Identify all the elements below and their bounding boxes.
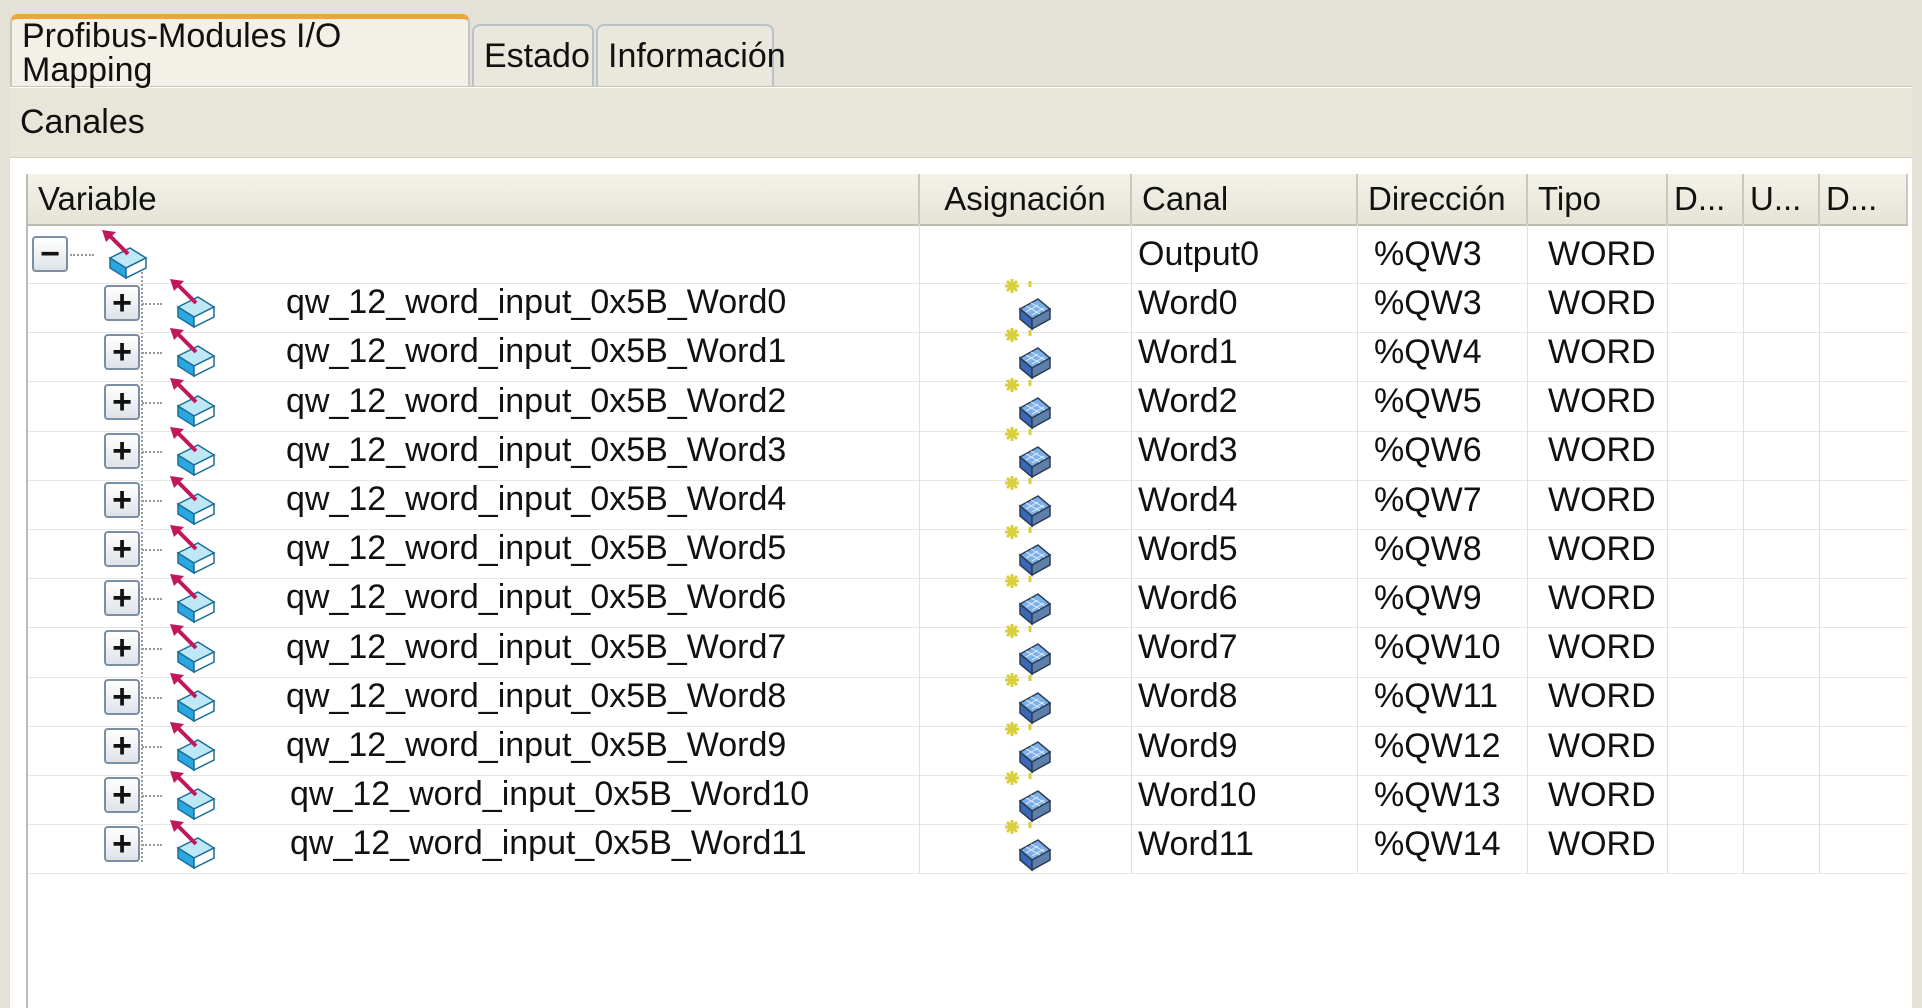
column-header-canal[interactable]: Canal <box>1132 174 1358 224</box>
section-title: Canales <box>10 88 1912 158</box>
output-variable-icon <box>168 818 220 870</box>
variable-name[interactable]: qw_12_word_input_0x5B_Word10 <box>290 775 809 814</box>
expand-button[interactable]: + <box>104 334 140 371</box>
cell-variable[interactable]: + qw_12_word_input_0x5B_Word11 <box>28 814 920 875</box>
io-mapping-table: Variable Asignación Canal Dirección Tipo… <box>26 174 1908 1008</box>
variable-name[interactable]: qw_12_word_input_0x5B_Word7 <box>286 628 786 667</box>
output-variable-icon <box>168 769 220 821</box>
output-variable-icon <box>168 376 220 428</box>
expand-button[interactable]: + <box>104 531 140 568</box>
variable-name[interactable]: qw_12_word_input_0x5B_Word4 <box>286 480 786 519</box>
column-header-direccion[interactable]: Dirección <box>1358 174 1528 224</box>
expand-button[interactable]: + <box>104 285 140 322</box>
expand-button[interactable]: + <box>104 432 140 469</box>
cell-default[interactable] <box>1668 814 1744 875</box>
cell-description[interactable] <box>1820 814 1908 874</box>
tree-connector <box>142 401 162 404</box>
tree-connector <box>142 696 162 699</box>
variable-name[interactable]: qw_12_word_input_0x5B_Word11 <box>290 824 807 863</box>
tab-label: Estado <box>484 37 590 75</box>
tree-connector <box>142 549 162 552</box>
tree-connector <box>142 795 162 798</box>
output-variable-icon <box>168 474 220 526</box>
variable-name[interactable]: qw_12_word_input_0x5B_Word2 <box>286 382 786 421</box>
tree-connector <box>142 450 162 453</box>
column-header-default[interactable]: D... <box>1668 174 1744 224</box>
frame-right <box>1912 86 1922 1008</box>
expand-button[interactable]: + <box>104 678 140 715</box>
tree-connector <box>142 598 162 601</box>
output-variable-icon <box>168 523 220 575</box>
expand-button[interactable]: + <box>104 482 140 518</box>
column-header-asignacion[interactable]: Asignación <box>920 174 1132 224</box>
variable-name[interactable]: qw_12_word_input_0x5B_Word6 <box>286 578 786 617</box>
expand-button[interactable]: + <box>104 728 140 764</box>
output-variable-icon <box>168 326 220 378</box>
tree-connector <box>142 303 162 306</box>
map-to-new-variable-icon[interactable] <box>998 816 1054 872</box>
expand-button[interactable]: + <box>104 777 140 814</box>
variable-name[interactable]: qw_12_word_input_0x5B_Word1 <box>286 332 786 371</box>
cell-canal: Word11 <box>1132 814 1358 875</box>
column-header-variable[interactable]: Variable <box>28 174 920 224</box>
table-row[interactable]: + qw_12_word_input_0x5B_Word11 Word11 %QW… <box>28 814 1908 875</box>
tab-informacion[interactable]: Información <box>596 24 786 86</box>
variable-name[interactable]: qw_12_word_input_0x5B_Word9 <box>286 726 786 765</box>
column-header-unit[interactable]: U... <box>1744 174 1820 224</box>
tab-label: Información <box>608 37 786 75</box>
expand-button[interactable]: + <box>104 580 140 617</box>
output-variable-icon <box>100 228 152 280</box>
expand-button[interactable]: + <box>104 629 140 666</box>
column-header-tipo[interactable]: Tipo <box>1528 174 1668 224</box>
output-variable-icon <box>168 425 220 477</box>
tree-connector <box>142 746 162 748</box>
variable-name[interactable]: qw_12_word_input_0x5B_Word8 <box>286 677 786 716</box>
tree-connector <box>142 844 162 847</box>
cell-unit[interactable] <box>1744 814 1820 875</box>
tab-io-mapping[interactable]: Profibus-Modules I/O Mapping <box>10 14 470 89</box>
table-header: Variable Asignación Canal Dirección Tipo… <box>28 174 1908 226</box>
collapse-button[interactable]: − <box>32 236 68 272</box>
cell-asignacion[interactable] <box>920 814 1132 875</box>
variable-name[interactable]: qw_12_word_input_0x5B_Word5 <box>286 529 786 568</box>
column-header-description[interactable]: D... <box>1820 174 1908 224</box>
cell-direccion: %QW14 <box>1358 814 1528 875</box>
output-variable-icon <box>168 622 220 674</box>
output-variable-icon <box>168 720 220 772</box>
tree-connector <box>142 500 162 502</box>
variable-name[interactable]: qw_12_word_input_0x5B_Word3 <box>286 431 786 470</box>
tab-estado[interactable]: Estado <box>472 24 594 86</box>
tree-connector <box>142 647 162 650</box>
tree-connector <box>142 352 162 355</box>
expand-button[interactable]: + <box>104 383 140 420</box>
tab-strip: Profibus-Modules I/O Mapping Estado Info… <box>0 0 1922 87</box>
output-variable-icon <box>168 277 220 329</box>
cell-tipo: WORD <box>1528 814 1668 875</box>
output-variable-icon <box>168 572 220 624</box>
expand-button[interactable]: + <box>104 826 140 863</box>
variable-name[interactable]: qw_12_word_input_0x5B_Word0 <box>286 283 786 322</box>
output-variable-icon <box>168 671 220 723</box>
frame-left <box>0 86 10 1008</box>
tab-label: Profibus-Modules I/O Mapping <box>22 16 342 89</box>
tree-connector <box>70 254 94 256</box>
